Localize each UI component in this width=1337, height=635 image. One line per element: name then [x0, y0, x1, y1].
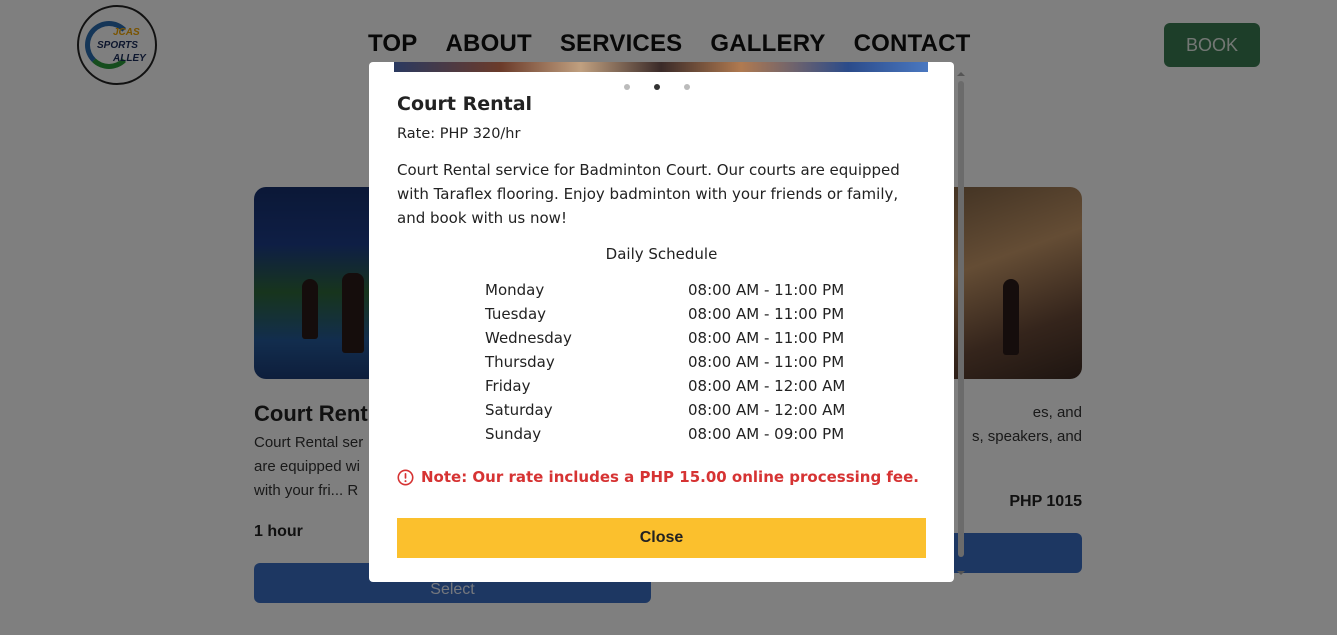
schedule-hours: 08:00 AM - 11:00 PM — [688, 281, 845, 299]
fee-note: Note: Our rate includes a PHP 15.00 onli… — [397, 468, 919, 486]
scroll-thumb[interactable] — [958, 81, 964, 557]
alert-circle-icon — [397, 468, 414, 486]
modal-scrollbar[interactable] — [957, 72, 965, 575]
carousel-dot-active[interactable] — [654, 84, 660, 90]
modal-rate: Rate: PHP 320/hr — [397, 126, 521, 142]
schedule-day: Friday — [485, 377, 531, 395]
close-button[interactable]: Close — [397, 518, 926, 558]
schedule-title: Daily Schedule — [605, 245, 718, 263]
service-detail-modal: Court Rental Rate: PHP 320/hr Court Rent… — [369, 62, 954, 582]
schedule-day: Saturday — [485, 401, 553, 419]
schedule-hours: 08:00 AM - 11:00 PM — [688, 305, 845, 323]
schedule-row: Friday 08:00 AM - 12:00 AM — [485, 374, 845, 398]
schedule-day: Monday — [485, 281, 545, 299]
carousel-dot[interactable] — [624, 84, 630, 90]
schedule-hours: 08:00 AM - 11:00 PM — [688, 329, 845, 347]
schedule-row: Saturday 08:00 AM - 12:00 AM — [485, 398, 845, 422]
schedule-day: Thursday — [485, 353, 555, 371]
schedule-table: Monday 08:00 AM - 11:00 PM Tuesday 08:00 A… — [485, 278, 845, 446]
schedule-day: Tuesday — [485, 305, 547, 323]
schedule-row: Sunday 08:00 AM - 09:00 PM — [485, 422, 845, 446]
modal-title: Court Rental — [397, 93, 533, 115]
schedule-hours: 08:00 AM - 09:00 PM — [688, 425, 845, 443]
schedule-hours: 08:00 AM - 12:00 AM — [688, 401, 846, 419]
schedule-row: Monday 08:00 AM - 11:00 PM — [485, 278, 845, 302]
scroll-up-arrow-icon[interactable] — [957, 72, 965, 76]
schedule-row: Thursday 08:00 AM - 11:00 PM — [485, 350, 845, 374]
note-text: Note: Our rate includes a PHP 15.00 onli… — [421, 468, 919, 486]
schedule-day: Sunday — [485, 425, 542, 443]
schedule-day: Wednesday — [485, 329, 572, 347]
schedule-row: Tuesday 08:00 AM - 11:00 PM — [485, 302, 845, 326]
schedule-hours: 08:00 AM - 11:00 PM — [688, 353, 845, 371]
modal-description: Court Rental service for Badminton Court… — [397, 161, 900, 227]
carousel-image — [394, 62, 928, 72]
scroll-down-arrow-icon[interactable] — [957, 571, 965, 575]
schedule-hours: 08:00 AM - 12:00 AM — [688, 377, 846, 395]
carousel-indicators — [624, 84, 690, 90]
carousel-dot[interactable] — [684, 84, 690, 90]
schedule-row: Wednesday 08:00 AM - 11:00 PM — [485, 326, 845, 350]
